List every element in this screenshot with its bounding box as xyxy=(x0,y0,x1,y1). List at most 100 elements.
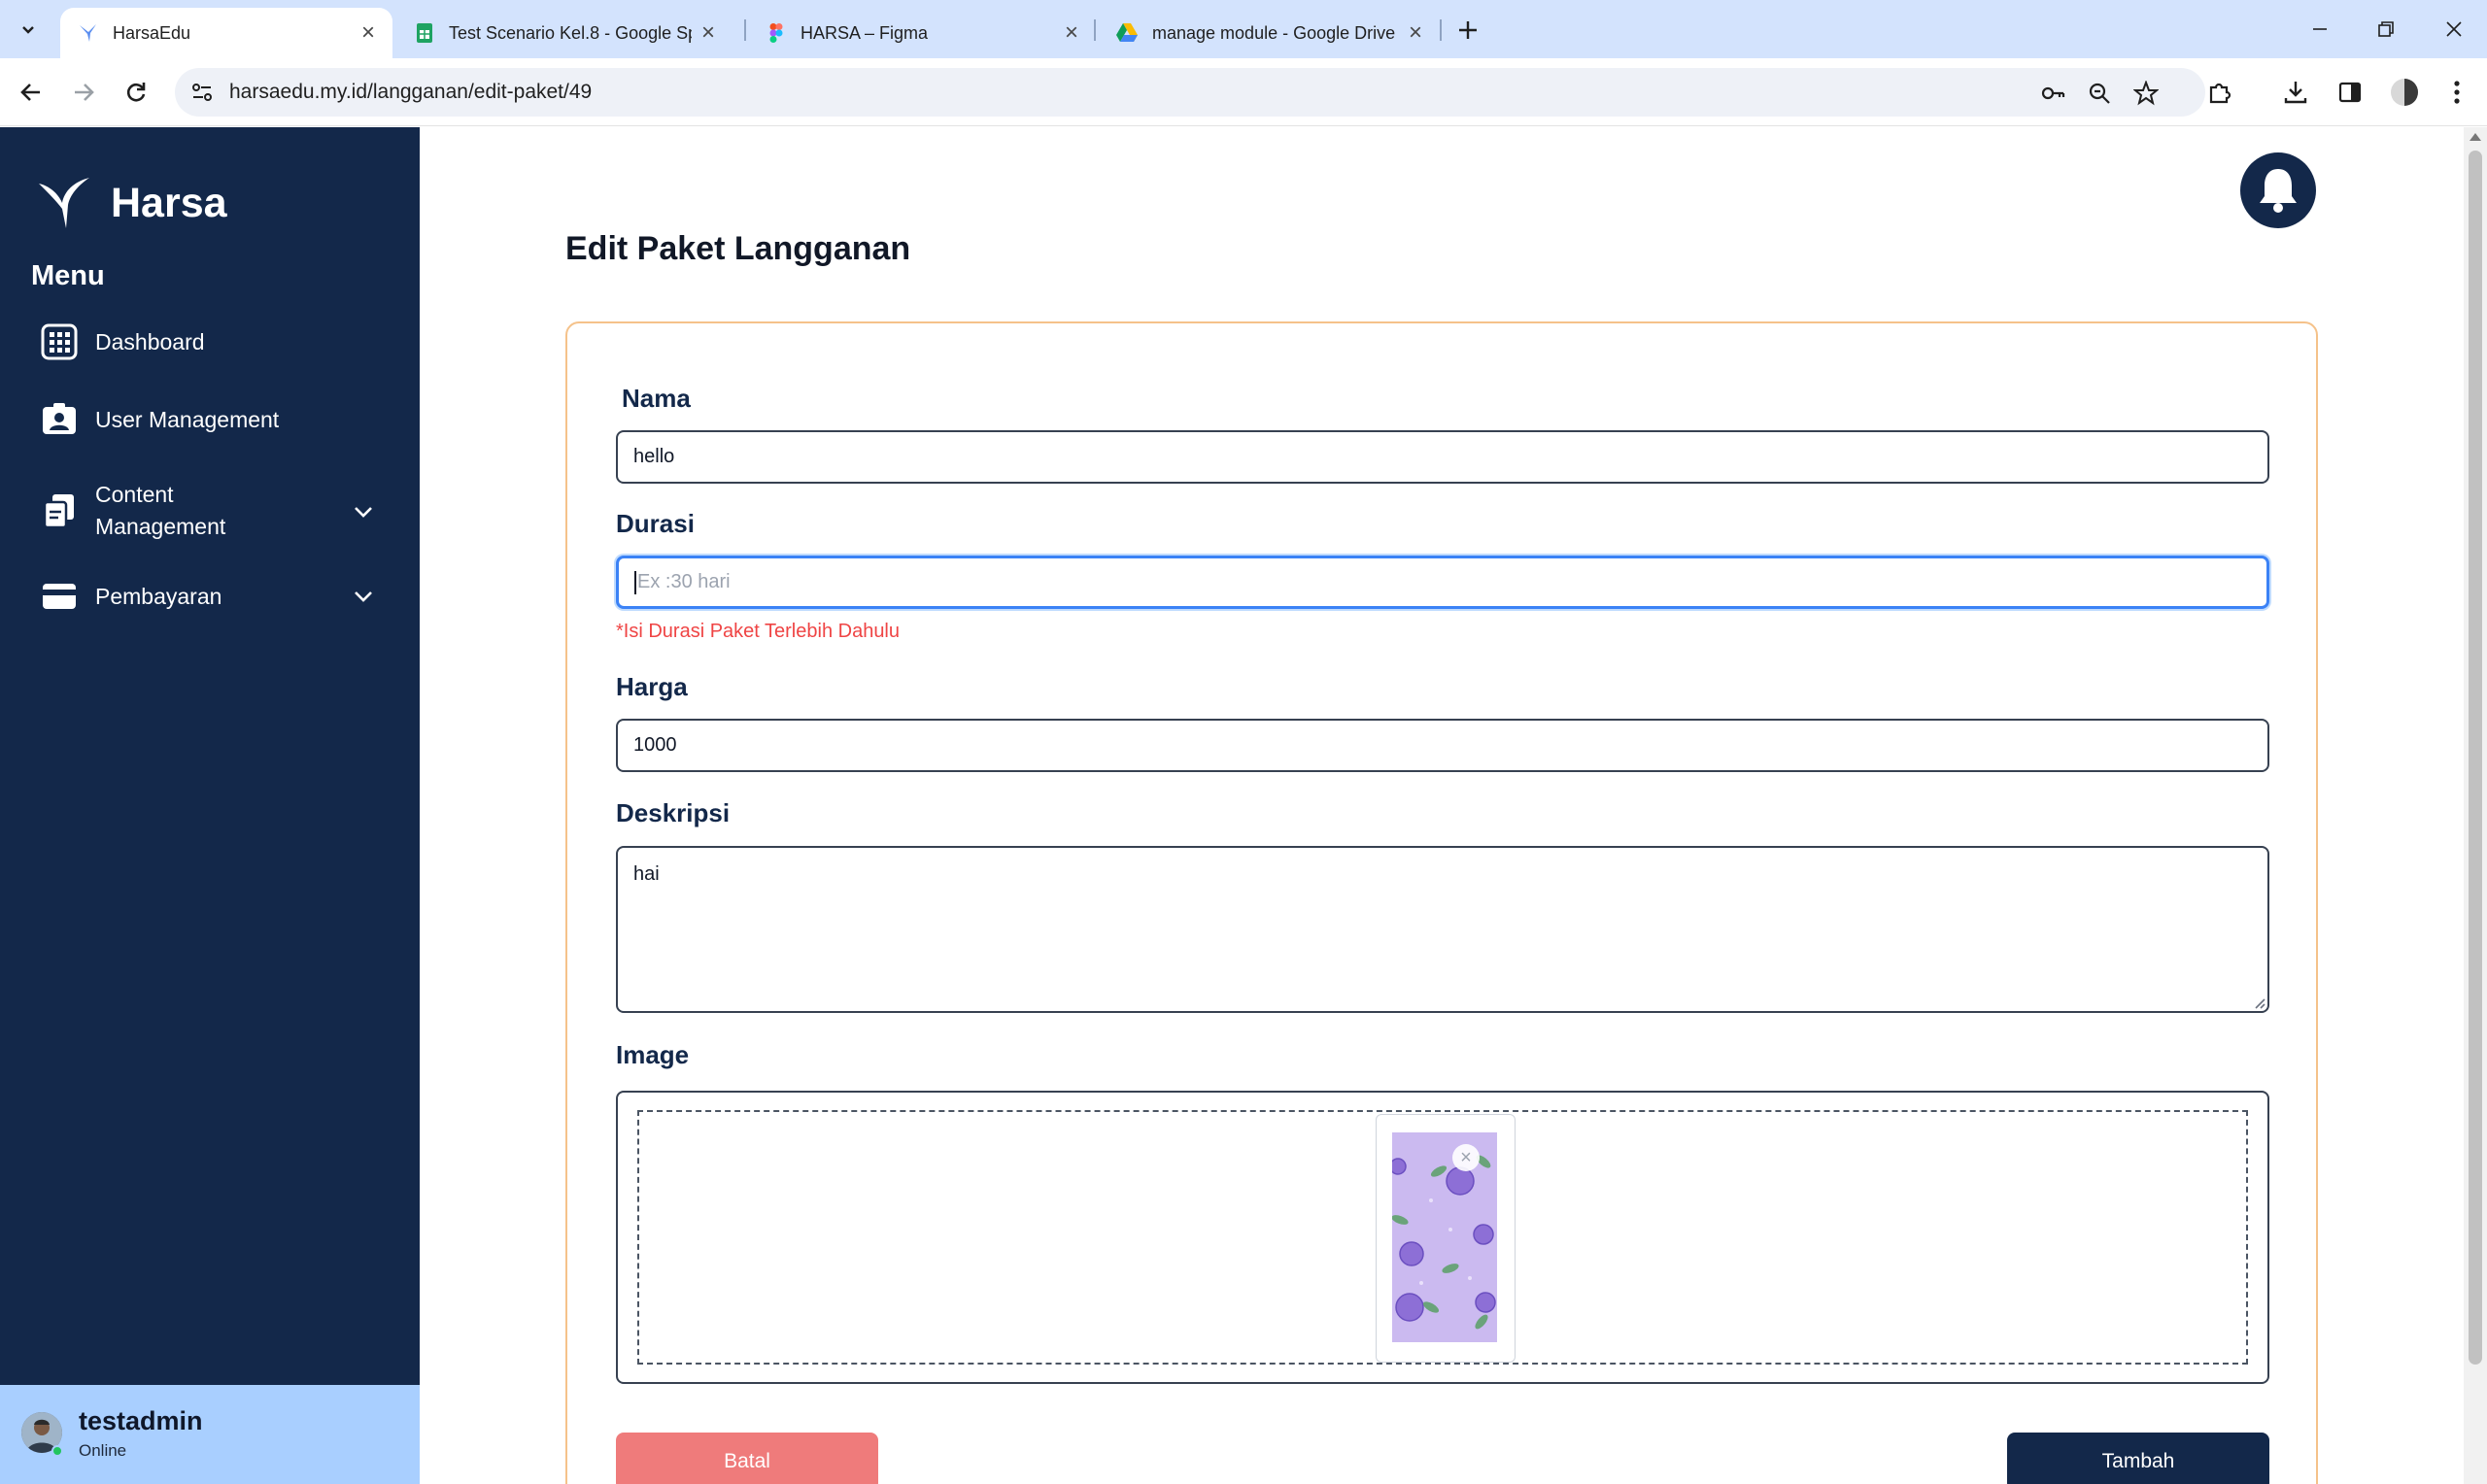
minimize-icon xyxy=(2313,28,2327,30)
sidebar-item-label: Dashboard xyxy=(95,328,205,354)
harga-input[interactable]: 1000 xyxy=(616,719,2269,772)
restore-button[interactable] xyxy=(2357,10,2415,49)
download-icon xyxy=(2284,82,2307,104)
content-copy-icon xyxy=(43,494,74,529)
durasi-input[interactable]: Ex :30 hari xyxy=(616,556,2269,609)
sidebar-item-label: User Management xyxy=(95,406,280,432)
brand-name: Harsa xyxy=(111,179,227,226)
side-panel-button[interactable] xyxy=(2334,76,2367,109)
sidebar: Harsa Menu Dashboard User Management Con… xyxy=(0,127,420,1484)
menu-heading: Menu xyxy=(31,260,105,291)
main-content: Edit Paket Langganan Nama hello Durasi E… xyxy=(420,127,2464,1484)
dashboard-grid-icon xyxy=(41,323,78,360)
profile-avatar-icon xyxy=(2391,79,2418,106)
close-icon[interactable]: × xyxy=(361,20,375,46)
user-card-icon xyxy=(43,403,76,434)
google-sheets-icon xyxy=(417,23,432,43)
page-title: Edit Paket Langganan xyxy=(565,230,911,267)
scroll-up-arrow-icon[interactable] xyxy=(2470,133,2481,141)
tab-title: Test Scenario Kel.8 - Google Sp xyxy=(449,22,692,43)
notification-button[interactable] xyxy=(2240,152,2316,228)
close-icon xyxy=(2446,21,2462,37)
sidebar-item-user-management[interactable]: User Management xyxy=(41,401,279,438)
harga-label: Harga xyxy=(616,672,688,701)
tab-title: manage module - Google Drive xyxy=(1152,22,1395,43)
deskripsi-label: Deskripsi xyxy=(616,798,731,827)
submit-button[interactable]: Tambah xyxy=(2007,1433,2269,1484)
sidebar-item-content-management[interactable]: Content Management xyxy=(41,479,372,543)
harsa-bird-logo-icon xyxy=(39,178,89,228)
browser-menu-button[interactable] xyxy=(2440,76,2473,109)
harsa-logo-icon xyxy=(80,24,96,42)
arrow-left-icon xyxy=(20,84,40,101)
image-preview-card: × xyxy=(1376,1114,1516,1363)
figma-icon xyxy=(769,23,783,43)
url-text: harsaedu.my.id/langganan/edit-paket/49 xyxy=(229,81,593,103)
password-key-icon[interactable] xyxy=(2040,81,2065,106)
user-status: Online xyxy=(79,1441,127,1460)
user-name: testadmin xyxy=(79,1406,203,1435)
sidebar-item-dashboard[interactable]: Dashboard xyxy=(41,323,205,360)
side-panel-icon xyxy=(2338,82,2362,103)
chevron-down-icon[interactable] xyxy=(354,590,373,602)
page-scrollbar[interactable] xyxy=(2464,127,2487,1484)
sidebar-item-pembayaran[interactable]: Pembayaran xyxy=(41,578,372,615)
tab-title: HARSA – Figma xyxy=(801,22,929,43)
sidebar-item-label: Management xyxy=(95,514,226,539)
tab-separator xyxy=(1094,19,1096,41)
tab-google-drive[interactable]: manage module - Google Drive × xyxy=(1098,8,1440,58)
minimize-button[interactable] xyxy=(2291,10,2349,49)
close-icon[interactable]: × xyxy=(1409,20,1422,46)
image-upload-box: × xyxy=(616,1091,2269,1384)
chevron-down-icon xyxy=(22,26,34,34)
deskripsi-textarea[interactable]: hai xyxy=(616,846,2269,1013)
tab-figma[interactable]: HARSA – Figma × xyxy=(748,8,1096,58)
brand[interactable]: Harsa xyxy=(37,176,227,230)
edit-package-form: Nama hello Durasi Ex :30 hari *Isi Duras… xyxy=(565,321,2318,1484)
plus-icon xyxy=(1459,21,1477,39)
window-close-button[interactable] xyxy=(2425,10,2483,49)
image-label: Image xyxy=(616,1040,690,1069)
tab-separator xyxy=(744,19,746,41)
durasi-placeholder: Ex :30 hari xyxy=(637,571,731,592)
durasi-label: Durasi xyxy=(616,509,695,538)
close-icon[interactable]: × xyxy=(1065,20,1078,46)
credit-card-icon xyxy=(43,584,76,609)
text-caret xyxy=(634,570,636,594)
tab-title: HarsaEdu xyxy=(113,22,191,43)
cancel-button[interactable]: Batal xyxy=(616,1433,878,1484)
tab-harsaedu[interactable]: HarsaEdu × xyxy=(60,8,392,58)
zoom-icon[interactable] xyxy=(2087,81,2112,106)
new-tab-button[interactable] xyxy=(1449,12,1486,49)
kebab-menu-icon xyxy=(2454,81,2460,104)
harga-value: 1000 xyxy=(633,734,677,756)
nama-label: Nama xyxy=(622,384,691,413)
bell-icon xyxy=(2260,169,2297,213)
remove-image-button[interactable]: × xyxy=(1452,1144,1480,1171)
reload-button[interactable] xyxy=(117,73,155,112)
image-dropzone[interactable]: × xyxy=(637,1110,2248,1365)
tab-google-sheets[interactable]: Test Scenario Kel.8 - Google Sp × xyxy=(396,8,732,58)
address-bar[interactable]: harsaedu.my.id/langganan/edit-paket/49 xyxy=(175,68,2205,117)
back-button[interactable] xyxy=(12,73,51,112)
nama-value: hello xyxy=(633,446,675,467)
site-settings-icon[interactable] xyxy=(188,79,216,106)
restore-icon xyxy=(2378,21,2394,37)
downloads-button[interactable] xyxy=(2279,76,2312,109)
close-icon[interactable]: × xyxy=(701,20,715,46)
puzzle-icon xyxy=(2209,83,2231,104)
google-drive-icon xyxy=(1116,23,1138,42)
extensions-button[interactable] xyxy=(2203,76,2236,109)
sidebar-item-label: Pembayaran xyxy=(95,583,222,609)
nama-input[interactable]: hello xyxy=(616,430,2269,484)
profile-button[interactable] xyxy=(2388,76,2421,109)
bookmark-star-icon[interactable] xyxy=(2133,81,2159,106)
scrollbar-thumb[interactable] xyxy=(2469,151,2482,1365)
current-user-card[interactable]: testadmin Online xyxy=(0,1385,420,1484)
tab-search-button[interactable] xyxy=(12,14,45,47)
browser-tab-strip: HarsaEdu × Test Scenario Kel.8 - Google … xyxy=(0,0,2487,58)
online-status-dot xyxy=(51,1445,63,1457)
resize-grip-icon[interactable] xyxy=(2252,995,2266,1009)
forward-button[interactable] xyxy=(64,73,103,112)
chevron-down-icon[interactable] xyxy=(354,506,373,518)
